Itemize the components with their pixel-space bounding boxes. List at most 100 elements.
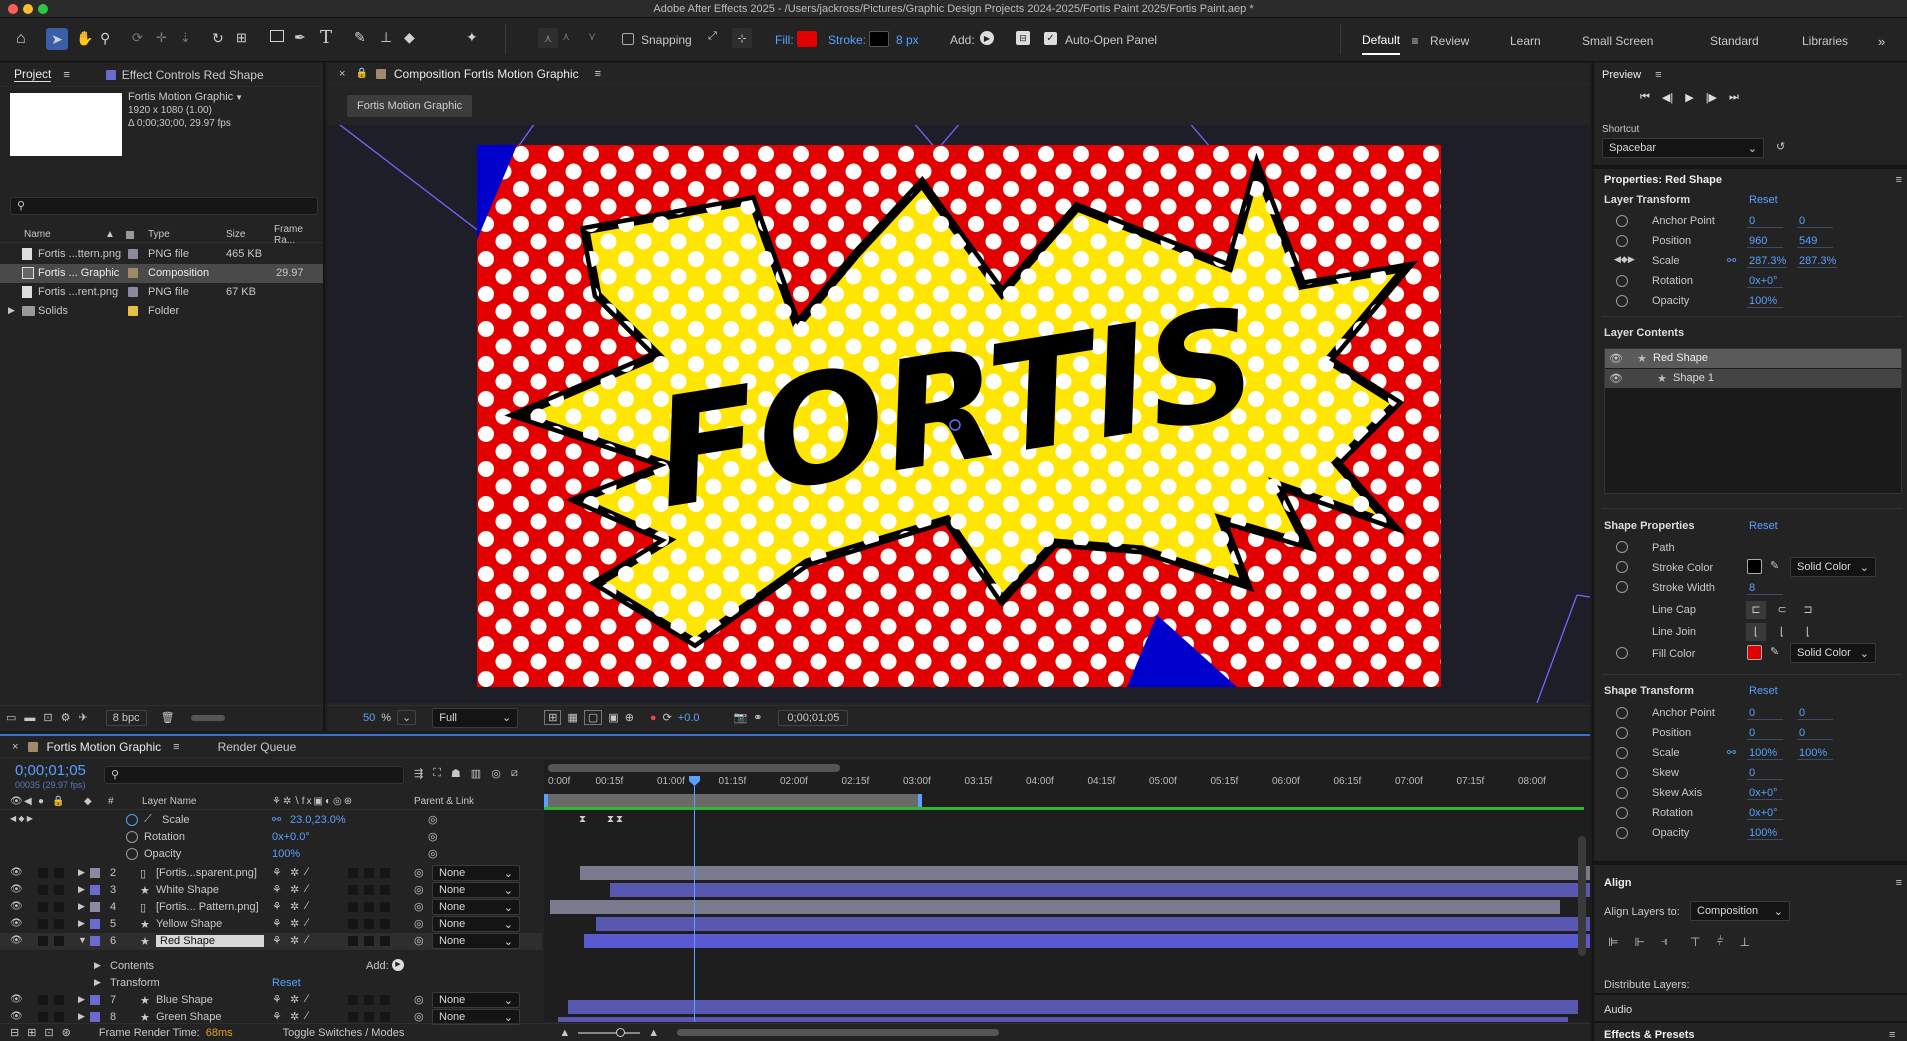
pickwhip-icon[interactable]: ◎ — [428, 847, 438, 860]
eye-icon[interactable]: 👁 — [10, 884, 23, 895]
shy-icon[interactable]: ⚘ — [272, 917, 282, 930]
lock-box[interactable] — [54, 936, 64, 946]
pickwhip-icon[interactable]: ◎ — [414, 900, 424, 913]
tab-project[interactable]: Project — [0, 67, 59, 82]
miter-join-icon[interactable]: ⌊ — [1746, 623, 1766, 641]
stopwatch-icon[interactable] — [1616, 827, 1628, 839]
project-search-input[interactable]: ⚲ — [10, 197, 318, 215]
stroke-color-swatch[interactable] — [1747, 559, 1762, 574]
transparency-grid-icon[interactable]: ▦ — [567, 711, 577, 724]
timeline-hscroll[interactable] — [677, 1029, 1000, 1036]
lock-box[interactable] — [54, 868, 64, 878]
tab-timeline[interactable]: Fortis Motion Graphic — [38, 740, 169, 754]
motion-blur-box[interactable] — [364, 995, 374, 1005]
transform-row[interactable]: ▶ Transform Reset — [0, 975, 542, 992]
layer-contents-item[interactable]: 👁 ★ Red Shape — [1605, 349, 1901, 368]
resolution-dropdown[interactable]: Full ⌄ — [432, 707, 519, 728]
label-color[interactable] — [90, 1012, 100, 1022]
workspace-default[interactable]: Default — [1362, 33, 1400, 55]
shy-icon[interactable]: ⚘ — [272, 883, 282, 896]
fx-box[interactable] — [348, 1012, 358, 1022]
layer-track-bar[interactable] — [580, 866, 1590, 880]
close-tab-icon[interactable]: × — [339, 68, 345, 80]
pickwhip-icon[interactable]: ◎ — [414, 993, 424, 1006]
adjust-box[interactable] — [380, 936, 390, 946]
stopwatch-icon[interactable] — [1616, 707, 1628, 719]
solo-box[interactable] — [38, 995, 48, 1005]
reset-shortcut-icon[interactable]: ↺ — [1776, 140, 1785, 153]
align-right-icon[interactable]: ⫣ — [1661, 934, 1668, 949]
workspace-standard[interactable]: Standard — [1710, 34, 1802, 48]
layer-name[interactable]: Blue Shape — [156, 994, 213, 1006]
lock-box[interactable] — [54, 995, 64, 1005]
snap-points-icon[interactable]: ⊹ — [732, 28, 752, 48]
pickwhip-icon[interactable]: ◎ — [414, 1010, 424, 1023]
snapping-checkbox[interactable] — [622, 33, 634, 45]
col-type[interactable]: Type — [148, 229, 170, 240]
layer-name[interactable]: Green Shape — [156, 1011, 221, 1023]
stopwatch-icon[interactable] — [1616, 235, 1628, 247]
fx-box[interactable] — [348, 885, 358, 895]
motion-blur-box[interactable] — [364, 902, 374, 912]
shape-properties-reset[interactable]: Reset — [1749, 520, 1778, 532]
solo-box[interactable] — [38, 885, 48, 895]
stopwatch-icon[interactable] — [1616, 581, 1628, 593]
eye-icon[interactable]: 👁 — [10, 867, 23, 878]
quality-icon[interactable]: ∕ — [306, 883, 308, 895]
toggle-switches-button[interactable]: Toggle Switches / Modes — [283, 1027, 405, 1039]
shape-transform-reset[interactable]: Reset — [1749, 685, 1778, 697]
zoom-slider[interactable] — [578, 1027, 641, 1037]
adjust-box[interactable] — [380, 868, 390, 878]
pen-tool-icon[interactable]: ✒ — [294, 29, 306, 46]
layer-name[interactable]: [Fortis...sparent.png] — [156, 867, 257, 879]
pickwhip-icon[interactable]: ◎ — [414, 883, 424, 896]
adjust-box[interactable] — [380, 1012, 390, 1022]
effects-presets-title[interactable]: Effects & Presets — [1604, 1029, 1695, 1041]
eye-icon[interactable]: 👁 — [10, 918, 23, 929]
quality-icon[interactable]: ∕ — [306, 900, 308, 912]
chevron-right-icon[interactable]: ▶ — [78, 918, 85, 929]
col-size[interactable]: Size — [226, 229, 245, 240]
render-switches-icons[interactable]: ⊟⊞⊡⊛ — [10, 1026, 79, 1039]
stopwatch-icon[interactable] — [1616, 647, 1628, 659]
table-row[interactable]: 👁 ▶ 7 ★ Blue Shape ⚘ ✲ ∕ ◎ None ⌄ — [0, 992, 542, 1009]
eye-icon[interactable]: 👁 — [10, 994, 23, 1005]
fill-color-swatch[interactable] — [1747, 645, 1762, 660]
collapse-icon[interactable]: ✲ — [290, 900, 299, 913]
workspace-menu-icon[interactable]: ≡ — [1400, 34, 1430, 48]
frame-blending-icon[interactable]: ▥ — [471, 767, 481, 780]
solo-box[interactable] — [38, 919, 48, 929]
pickwhip-icon[interactable]: ◎ — [414, 866, 424, 879]
stopwatch-icon[interactable] — [126, 814, 138, 826]
fx-box[interactable] — [348, 919, 358, 929]
workspace-libraries[interactable]: Libraries — [1802, 34, 1878, 48]
tab-effect-controls[interactable]: Effect Controls Red Shape — [98, 68, 272, 82]
label-color[interactable] — [90, 868, 100, 878]
fill-color-type-dropdown[interactable]: Solid Color ⌄ — [1790, 643, 1876, 663]
home-icon[interactable]: ⌂ — [16, 30, 26, 48]
project-scrollbar[interactable] — [190, 714, 225, 721]
lock-box[interactable] — [54, 919, 64, 929]
prev-frame-icon[interactable]: ◀| — [1662, 91, 1673, 104]
fx-box[interactable] — [348, 995, 358, 1005]
project-item[interactable]: Fortis ...rent.png PNG file 67 KB — [0, 283, 323, 302]
layer-transform-reset[interactable]: Reset — [1749, 194, 1778, 206]
align-vertex-icon[interactable]: ⋏ — [538, 28, 558, 48]
solo-box[interactable] — [38, 868, 48, 878]
stopwatch-icon[interactable] — [1616, 541, 1628, 553]
parent-dropdown[interactable]: None ⌄ — [432, 992, 520, 1008]
shy-icon[interactable]: ⚘ — [272, 900, 282, 913]
fx-box[interactable] — [348, 868, 358, 878]
snapshot-icon[interactable]: 📷 — [734, 711, 748, 724]
graph-icon[interactable]: ⟋ — [144, 813, 152, 826]
layer-track-bar[interactable] — [558, 1017, 1568, 1022]
rotate-tool-icon[interactable]: ↻ — [212, 30, 224, 47]
orbit-tool-icon[interactable]: ⟳ — [132, 30, 143, 46]
panel-menu-icon[interactable]: ≡ — [595, 68, 601, 80]
render-icon[interactable]: ✈ — [79, 711, 88, 724]
lock-icon[interactable]: 🔒 — [355, 68, 367, 79]
chevron-right-icon[interactable]: ▶ — [78, 867, 85, 878]
eye-icon[interactable]: 👁 — [1609, 372, 1623, 385]
lock-box[interactable] — [54, 1012, 64, 1022]
shy-layers-icon[interactable]: ☗ — [451, 767, 461, 780]
